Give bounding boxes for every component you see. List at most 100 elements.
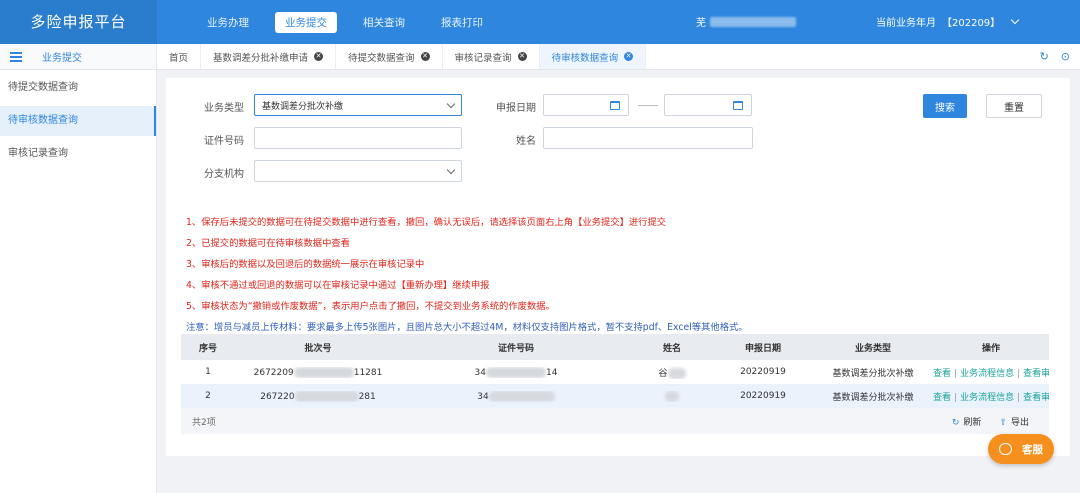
tab-bar: 首页 基数调差分批补缴申请 ✕ 待提交数据查询 ✕ 审核记录查询 ✕ 待审核数据查询 ✕… [157, 44, 1080, 70]
tab-label: 审核记录查询 [454, 52, 512, 64]
export-button[interactable]: ⇧ 导出 [999, 415, 1029, 428]
view-link[interactable]: 查看 [933, 369, 951, 379]
col-header: 序号 [198, 343, 217, 354]
cell-name [631, 390, 713, 402]
nav-item-query[interactable]: 相关查询 [353, 12, 415, 33]
chevron-down-icon [446, 165, 456, 175]
date-label: 申报日期 [496, 103, 536, 114]
tab-label: 待审核数据查询 [551, 52, 619, 64]
view-link[interactable]: 查看 [933, 393, 951, 403]
cell-ops: 查看|业务流程信息|查看审核状态 [933, 366, 1049, 379]
batch-suffix: 11281 [353, 367, 383, 378]
reset-button[interactable]: 重置 [986, 94, 1042, 118]
cell-id: 34 [401, 390, 631, 402]
branch-select[interactable] [254, 160, 462, 182]
tab-label: 待提交数据查询 [348, 52, 415, 64]
table-row[interactable]: 2 267220 281 34 20220919 基数调差分批次补缴 查看 | 业务流… [181, 384, 1049, 408]
redacted [294, 390, 359, 402]
cell-no: 2 [205, 391, 211, 401]
refresh-icon[interactable]: ↻ [1040, 50, 1049, 63]
refresh-label: 刷新 [963, 418, 982, 428]
period-value: 【202209】 [942, 18, 1001, 29]
flow-info-link[interactable]: 业务流程信息 [960, 393, 1014, 403]
name-input[interactable] [543, 127, 753, 149]
name-prefix: 谷 [658, 368, 668, 379]
refresh-icon: ↻ [951, 418, 960, 428]
review-status-link[interactable]: 查看审核状态 [1023, 369, 1049, 379]
cell-name: 谷 [631, 366, 713, 379]
date-range-separator [638, 105, 658, 106]
flow-info-link[interactable]: 业务流程信息 [960, 369, 1014, 379]
biz-type-select[interactable]: 基数调差分批次补缴 [254, 94, 462, 116]
tab-base-adjust[interactable]: 基数调差分批补缴申请 ✕ [201, 44, 337, 69]
col-header: 操作 [981, 343, 1000, 354]
col-header: 证件号码 [497, 343, 534, 354]
biz-type-value: 基数调差分批次补缴 [262, 101, 344, 112]
id-suffix: 14 [546, 367, 558, 378]
app-title: 多险申报平台 [0, 0, 157, 44]
col-header: 业务类型 [854, 343, 891, 354]
date-end-input[interactable] [664, 94, 752, 116]
close-icon[interactable]: ✕ [624, 52, 634, 61]
batch-suffix: 281 [358, 391, 376, 402]
redacted [665, 390, 679, 402]
period-label: 当前业务年月 [876, 18, 936, 29]
more-icon[interactable]: ⊙ [1061, 50, 1070, 63]
tab-pending-review[interactable]: 待审核数据查询 ✕ [539, 44, 647, 69]
tab-home[interactable]: 首页 [157, 44, 202, 69]
sidebar-header-label: 业务提交 [42, 53, 82, 64]
nav-item-report[interactable]: 报表打印 [431, 12, 493, 33]
tab-pending-submit[interactable]: 待提交数据查询 ✕ [336, 44, 443, 69]
table-tools: ↻ 刷新 ⇧ 导出 [952, 415, 1029, 428]
cell-batch: 267220 281 [235, 390, 401, 402]
biz-type-label: 业务类型 [204, 103, 244, 114]
tab-label: 基数调差分批补缴申请 [213, 52, 309, 64]
notice-item: 4、审核不通过或回退的数据可以在审核记录中通过【重新办理】继续申报 [186, 280, 490, 291]
main-nav: 业务办理 业务提交 相关查询 报表打印 [197, 0, 509, 44]
business-period[interactable]: 当前业务年月 【202209】 [876, 14, 1020, 29]
cell-no: 1 [205, 367, 211, 377]
notice-item: 3、审核后的数据以及回退后的数据统一展示在审核记录中 [186, 259, 425, 270]
cell-date: 20220919 [740, 367, 786, 377]
id-label: 证件号码 [204, 136, 244, 147]
table-footer: 共2项 ↻ 刷新 ⇧ 导出 [181, 408, 1049, 434]
search-button[interactable]: 搜索 [923, 94, 967, 118]
notice-item: 5、审核状态为“撤销或作废数据”，表示用户点击了撤回，不提交到业务系统的作废数据… [186, 301, 555, 312]
sidebar-item-pending-submit[interactable]: 待提交数据查询 [0, 73, 156, 103]
close-icon[interactable]: ✕ [517, 52, 527, 61]
batch-prefix: 2672209 [253, 367, 294, 378]
chat-icon [999, 443, 1012, 455]
sidebar-item-pending-review[interactable]: 待审核数据查询 [0, 106, 156, 136]
id-number-input[interactable] [254, 127, 462, 149]
date-start-input[interactable] [543, 94, 629, 116]
redacted [667, 367, 686, 379]
notice-item: 1、保存后未提交的数据可在待提交数据中进行查看，撤回，确认无误后，请选择该页面右… [186, 217, 667, 228]
menu-icon [10, 52, 22, 62]
close-icon[interactable]: ✕ [420, 52, 430, 61]
notice-item: 2、已提交的数据可在待审核数据中查看 [186, 238, 350, 249]
cell-type: 基数调差分批次补缴 [832, 368, 914, 379]
customer-service-button[interactable]: 客服 [988, 434, 1054, 464]
chevron-down-icon [1010, 15, 1020, 25]
sidebar-header[interactable]: 业务提交 [0, 44, 156, 70]
review-status-link[interactable]: 查看审核状态 [1023, 393, 1049, 403]
total-count: 共2项 [192, 417, 216, 428]
redacted [488, 390, 555, 402]
cell-batch: 2672209 11281 [235, 366, 401, 378]
tab-label: 首页 [169, 52, 189, 64]
user-info[interactable]: 芜 [696, 14, 796, 29]
refresh-button[interactable]: ↻ 刷新 [952, 415, 982, 428]
tab-review-records[interactable]: 审核记录查询 ✕ [443, 44, 540, 69]
sidebar-item-review-records[interactable]: 审核记录查询 [0, 139, 156, 169]
calendar-icon [733, 101, 743, 110]
upload-icon: ⇧ [999, 418, 1007, 428]
user-name: 芜 [696, 18, 706, 29]
tab-tools: ↻ ⊙ [1040, 50, 1070, 63]
nav-item-business[interactable]: 业务办理 [197, 12, 259, 33]
close-icon[interactable]: ✕ [314, 52, 324, 61]
nav-item-submit[interactable]: 业务提交 [275, 11, 337, 33]
table-row[interactable]: 1 2672209 11281 34 14 谷 20220919 基数调差分批次补缴… [181, 360, 1049, 384]
main-panel: 业务类型 基数调差分批次补缴 申报日期 搜索 重置 证件号码 姓名 分支机构 1… [166, 78, 1070, 456]
cell-date: 20220919 [740, 391, 786, 401]
calendar-icon [610, 101, 620, 110]
